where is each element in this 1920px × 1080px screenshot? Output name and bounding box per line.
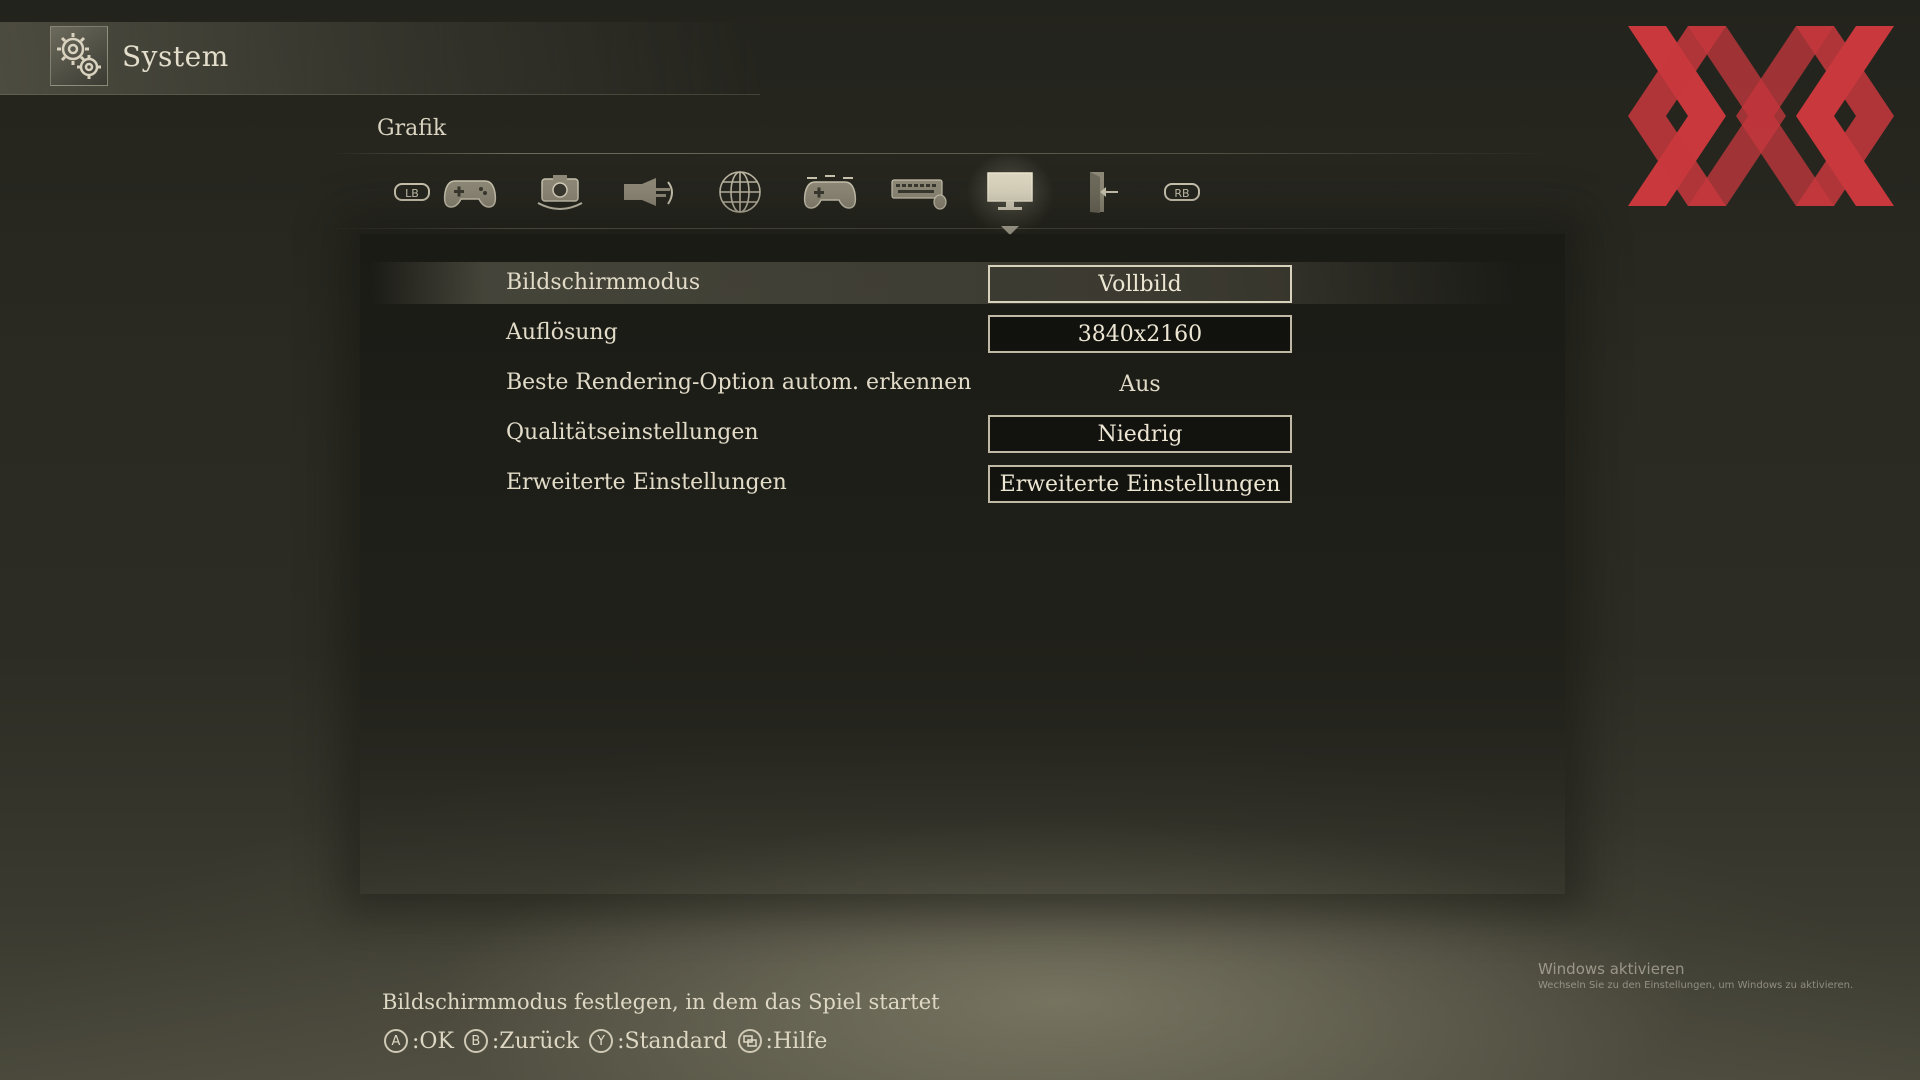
- tab-camera[interactable]: [528, 168, 592, 216]
- monitor-icon: [987, 172, 1033, 210]
- setting-value-button[interactable]: Erweiterte Einstellungen: [988, 465, 1292, 503]
- y-button-icon: Y: [589, 1029, 614, 1053]
- tab-controller[interactable]: [438, 168, 502, 216]
- gears-icon: [50, 26, 108, 86]
- tab-network[interactable]: [708, 168, 772, 216]
- setting-row-advanced[interactable]: Erweiterte Einstellungen Erweiterte Eins…: [375, 462, 1515, 506]
- keyboard-mouse-icon: [891, 179, 947, 210]
- tab-divider-bottom: [330, 228, 1560, 229]
- windows-activation-title: Windows aktivieren: [1538, 960, 1685, 978]
- lb-bumper-icon: LB: [394, 183, 430, 201]
- controller-layout-icon: [803, 175, 857, 209]
- category-tabs: LB RB: [380, 152, 1200, 236]
- prompt-help[interactable]: :Hilfe: [737, 1028, 828, 1054]
- globe-icon: [719, 171, 761, 213]
- tab-rb[interactable]: RB: [1150, 168, 1214, 216]
- game-settings-screen: System Grafik LB RB Bildschirmmodus Voll…: [0, 0, 1920, 1080]
- tab-keyboard[interactable]: [888, 168, 952, 216]
- xx-logo: [1628, 26, 1894, 206]
- setting-label: Qualitätseinstellungen: [506, 420, 759, 445]
- speaker-icon: [624, 178, 673, 206]
- setting-value-button[interactable]: Vollbild: [988, 265, 1292, 303]
- setting-value-toggle[interactable]: Aus: [988, 365, 1292, 403]
- setting-row-quality[interactable]: Qualitätseinstellungen Niedrig: [375, 412, 1515, 456]
- svg-text:RB: RB: [1174, 187, 1189, 200]
- setting-label: Beste Rendering-Option autom. erkennen: [506, 370, 972, 395]
- prompt-label: :Zurück: [491, 1028, 580, 1054]
- windows-activation-subtitle: Wechseln Sie zu den Einstellungen, um Wi…: [1538, 980, 1854, 991]
- gamepad-icon: [443, 180, 497, 208]
- setting-row-resolution[interactable]: Auflösung 3840x2160: [375, 312, 1515, 356]
- section-title: Grafik: [377, 116, 447, 141]
- prompt-label: :Hilfe: [765, 1028, 828, 1054]
- tab-divider-top: [330, 153, 1560, 154]
- view-button-icon: [737, 1029, 762, 1053]
- header-bar: [0, 22, 760, 95]
- tab-display[interactable]: [966, 152, 1054, 236]
- tab-quit[interactable]: [1070, 168, 1134, 216]
- b-button-icon: B: [463, 1029, 488, 1053]
- setting-label: Auflösung: [506, 320, 618, 345]
- a-button-icon: A: [384, 1029, 408, 1053]
- prompt-label: :Standard: [617, 1028, 728, 1054]
- rb-bumper-icon: RB: [1164, 183, 1200, 201]
- setting-value-button[interactable]: Niedrig: [988, 415, 1292, 453]
- setting-label: Erweiterte Einstellungen: [506, 470, 787, 495]
- help-description: Bildschirmmodus festlegen, in dem das Sp…: [382, 990, 940, 1014]
- tab-lb[interactable]: LB: [380, 168, 444, 216]
- setting-row-screen-mode[interactable]: Bildschirmmodus Vollbild: [370, 262, 1520, 306]
- setting-value-button[interactable]: 3840x2160: [988, 315, 1292, 353]
- prompt-default[interactable]: Y :Standard: [589, 1028, 728, 1054]
- svg-text:LB: LB: [405, 187, 419, 200]
- setting-row-auto-detect-rendering[interactable]: Beste Rendering-Option autom. erkennen A…: [375, 362, 1515, 406]
- prompt-label: :OK: [412, 1028, 454, 1054]
- setting-label: Bildschirmmodus: [506, 270, 701, 295]
- exit-door-icon: [1090, 172, 1118, 213]
- tab-controls[interactable]: [798, 168, 862, 216]
- tab-sound[interactable]: [618, 168, 682, 216]
- button-prompts: A :OK B :Zurück Y :Standard :Hilfe: [384, 1024, 837, 1058]
- prompt-ok[interactable]: A :OK: [384, 1029, 454, 1054]
- page-title: System: [122, 40, 229, 73]
- camera-icon: [537, 175, 583, 210]
- prompt-back[interactable]: B :Zurück: [463, 1028, 580, 1054]
